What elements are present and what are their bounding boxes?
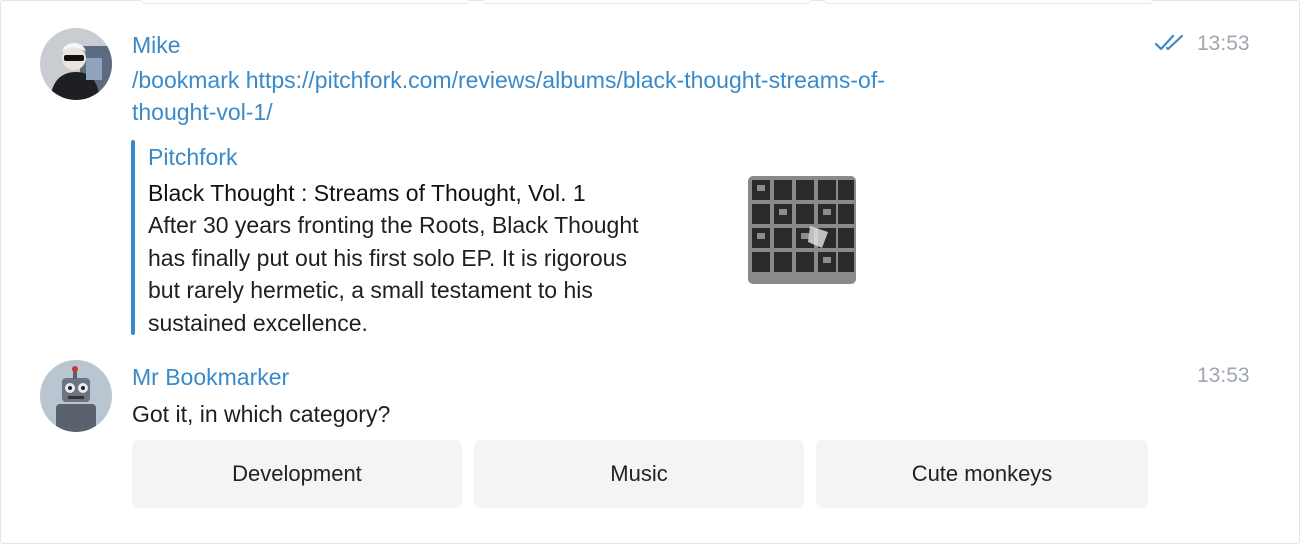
preview-description-line: sustained excellence. — [148, 309, 368, 336]
preview-description-line: but rarely hermetic, a small testament t… — [148, 277, 593, 303]
preview-description-line: After 30 years fronting the Roots, Black… — [148, 212, 639, 238]
previous-button-edge — [482, 0, 812, 4]
previous-button-edge — [140, 0, 470, 4]
message-time: 13:53 — [1197, 364, 1250, 387]
sender-name[interactable]: Mr Bookmarker — [132, 363, 289, 391]
previous-button-edge — [824, 0, 1154, 4]
preview-description-line: has finally put out his first solo EP. I… — [148, 244, 627, 271]
preview-site-name: Pitchfork — [148, 144, 238, 170]
message-time: 13:53 — [1197, 32, 1250, 55]
double-check-icon — [1155, 34, 1184, 51]
sender-name[interactable]: Mike — [132, 31, 181, 59]
avatar-mike[interactable] — [40, 28, 112, 100]
message-link-continued[interactable]: thought-vol-1/ — [132, 96, 273, 128]
preview-accent-bar — [131, 140, 135, 335]
message-text: Got it, in which category? — [132, 401, 391, 427]
preview-title: Black Thought : Streams of Thought, Vol.… — [148, 180, 586, 206]
album-cover-thumbnail[interactable] — [748, 176, 856, 284]
keyboard-button-music[interactable]: Music — [474, 440, 804, 508]
keyboard-button-cute-monkeys[interactable]: Cute monkeys — [816, 440, 1148, 508]
avatar-mr-bookmarker[interactable] — [40, 360, 112, 432]
preview-description: After 30 years fronting the Roots, Black… — [148, 209, 748, 339]
keyboard-button-development[interactable]: Development — [132, 440, 462, 508]
message-link[interactable]: /bookmark https://pitchfork.com/reviews/… — [132, 64, 885, 96]
